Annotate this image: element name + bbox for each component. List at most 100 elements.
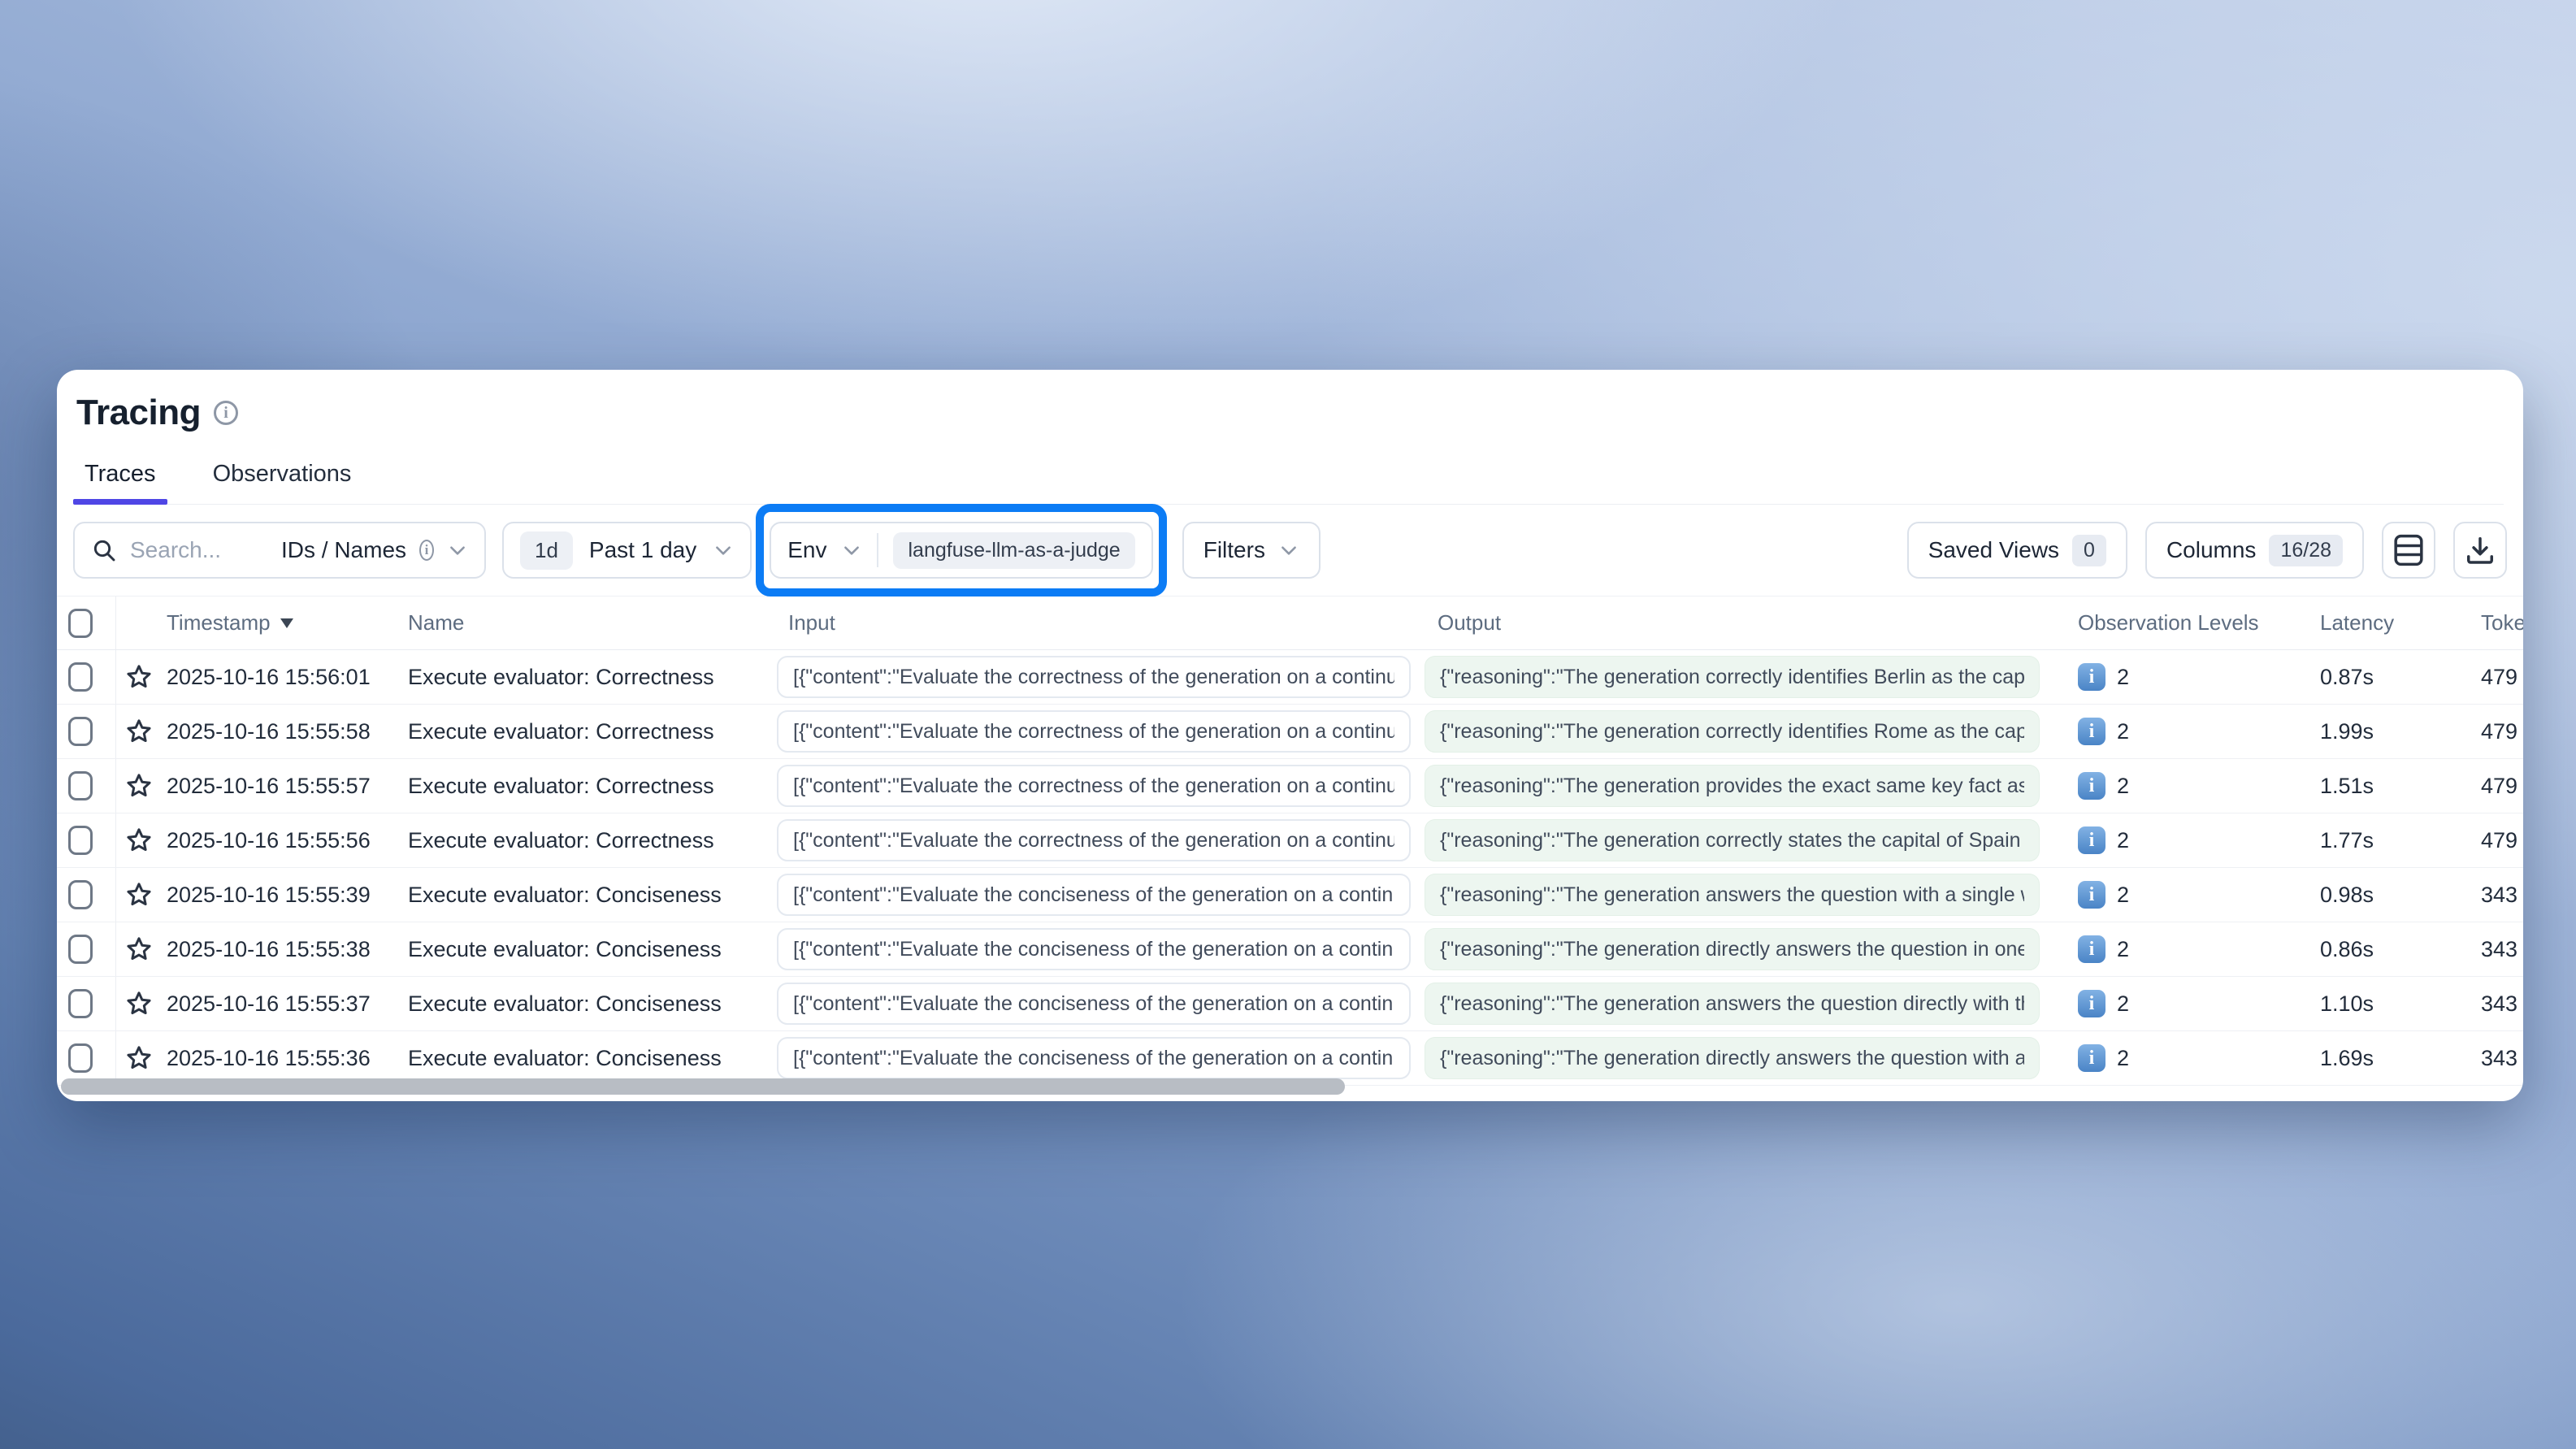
tab-traces[interactable]: Traces	[80, 461, 161, 504]
time-range-control[interactable]: 1d Past 1 day	[502, 522, 752, 579]
chevron-down-icon	[713, 540, 734, 561]
header-tokens[interactable]: Tokens	[2448, 610, 2523, 636]
horizontal-scrollbar[interactable]	[57, 1078, 2523, 1095]
latency-cell: 1.77s	[2320, 828, 2448, 853]
input-preview[interactable]: [{"content":"Evaluate the conciseness of…	[777, 928, 1411, 970]
row-height-button[interactable]	[2382, 522, 2435, 579]
trace-name-cell: Execute evaluator: Conciseness	[408, 937, 777, 962]
output-preview[interactable]: {"reasoning":"The generation directly an…	[1425, 1037, 2040, 1079]
table-row[interactable]: 2025-10-16 15:55:36 Execute evaluator: C…	[57, 1031, 2523, 1086]
saved-views-count: 0	[2072, 535, 2106, 566]
favorite-star-icon[interactable]	[124, 1043, 154, 1073]
favorite-star-icon[interactable]	[124, 880, 154, 909]
tokens-cell: 343 →	[2448, 1046, 2523, 1071]
chevron-down-icon	[447, 540, 468, 561]
export-button[interactable]	[2453, 522, 2507, 579]
input-preview[interactable]: [{"content":"Evaluate the correctness of…	[777, 710, 1411, 753]
row-checkbox[interactable]	[68, 771, 93, 800]
output-preview[interactable]: {"reasoning":"The generation directly an…	[1425, 928, 2040, 970]
search-input[interactable]	[130, 537, 268, 563]
traces-table: Timestamp Name Input Output Observation …	[57, 596, 2523, 1086]
time-range-label: Past 1 day	[589, 537, 696, 563]
select-all-checkbox[interactable]	[68, 609, 93, 638]
info-level-badge: i	[2078, 826, 2105, 854]
env-filter-control[interactable]: Env langfuse-llm-as-a-judge	[770, 522, 1152, 579]
row-checkbox[interactable]	[68, 717, 93, 746]
table-row[interactable]: 2025-10-16 15:55:56 Execute evaluator: C…	[57, 813, 2523, 868]
output-preview[interactable]: {"reasoning":"The generation answers the…	[1425, 983, 2040, 1025]
table-row[interactable]: 2025-10-16 15:55:38 Execute evaluator: C…	[57, 922, 2523, 977]
table-row[interactable]: 2025-10-16 15:55:39 Execute evaluator: C…	[57, 868, 2523, 922]
tracing-panel: Tracing i Traces Observations IDs / Name…	[57, 370, 2523, 1101]
latency-cell: 0.87s	[2320, 665, 2448, 690]
favorite-star-icon[interactable]	[124, 989, 154, 1018]
info-level-badge: i	[2078, 990, 2105, 1017]
latency-cell: 1.99s	[2320, 719, 2448, 744]
table-row[interactable]: 2025-10-16 15:55:57 Execute evaluator: C…	[57, 759, 2523, 813]
favorite-star-icon[interactable]	[124, 717, 154, 746]
filters-button[interactable]: Filters	[1182, 522, 1321, 579]
header-timestamp[interactable]: Timestamp	[167, 610, 408, 636]
tab-observations[interactable]: Observations	[208, 461, 357, 504]
trace-name-cell: Execute evaluator: Correctness	[408, 774, 777, 799]
table-row[interactable]: 2025-10-16 15:56:01 Execute evaluator: C…	[57, 650, 2523, 705]
header-input[interactable]: Input	[777, 610, 1425, 636]
input-preview[interactable]: [{"content":"Evaluate the conciseness of…	[777, 1037, 1411, 1079]
row-checkbox[interactable]	[68, 989, 93, 1018]
favorite-star-icon[interactable]	[124, 935, 154, 964]
timestamp-cell: 2025-10-16 15:55:58	[167, 719, 408, 744]
timestamp-cell: 2025-10-16 15:55:37	[167, 991, 408, 1017]
env-filter-wrapper: Env langfuse-llm-as-a-judge	[770, 522, 1152, 579]
sort-descending-icon	[279, 617, 295, 630]
input-preview[interactable]: [{"content":"Evaluate the correctness of…	[777, 765, 1411, 807]
input-preview[interactable]: [{"content":"Evaluate the conciseness of…	[777, 874, 1411, 916]
observation-count: 2	[2117, 774, 2129, 799]
output-preview[interactable]: {"reasoning":"The generation correctly i…	[1425, 710, 2040, 753]
info-icon: i	[419, 540, 434, 561]
timestamp-cell: 2025-10-16 15:55:36	[167, 1046, 408, 1071]
search-control[interactable]: IDs / Names i	[73, 522, 486, 579]
latency-cell: 1.51s	[2320, 774, 2448, 799]
saved-views-label: Saved Views	[1928, 537, 2059, 563]
columns-button[interactable]: Columns 16/28	[2145, 522, 2364, 579]
row-checkbox[interactable]	[68, 880, 93, 909]
output-preview[interactable]: {"reasoning":"The generation answers the…	[1425, 874, 2040, 916]
input-preview[interactable]: [{"content":"Evaluate the correctness of…	[777, 656, 1411, 698]
row-checkbox[interactable]	[68, 826, 93, 855]
input-preview[interactable]: [{"content":"Evaluate the correctness of…	[777, 819, 1411, 861]
divider	[877, 533, 878, 567]
favorite-star-icon[interactable]	[124, 662, 154, 692]
header-output[interactable]: Output	[1425, 610, 2078, 636]
time-range-badge: 1d	[520, 531, 573, 570]
row-checkbox[interactable]	[68, 935, 93, 964]
trace-name-cell: Execute evaluator: Conciseness	[408, 883, 777, 908]
output-preview[interactable]: {"reasoning":"The generation correctly i…	[1425, 656, 2040, 698]
favorite-star-icon[interactable]	[124, 826, 154, 855]
trace-name-cell: Execute evaluator: Correctness	[408, 719, 777, 744]
table-row[interactable]: 2025-10-16 15:55:37 Execute evaluator: C…	[57, 977, 2523, 1031]
header-latency[interactable]: Latency	[2320, 610, 2448, 636]
latency-cell: 0.86s	[2320, 937, 2448, 962]
saved-views-button[interactable]: Saved Views 0	[1907, 522, 2127, 579]
chevron-down-icon	[1278, 540, 1299, 561]
latency-cell: 1.10s	[2320, 991, 2448, 1017]
observation-count: 2	[2117, 991, 2129, 1017]
favorite-star-icon[interactable]	[124, 771, 154, 800]
row-checkbox[interactable]	[68, 662, 93, 692]
table-row[interactable]: 2025-10-16 15:55:58 Execute evaluator: C…	[57, 705, 2523, 759]
input-preview[interactable]: [{"content":"Evaluate the conciseness of…	[777, 983, 1411, 1025]
scrollbar-thumb[interactable]	[61, 1078, 1345, 1095]
timestamp-cell: 2025-10-16 15:55:39	[167, 883, 408, 908]
timestamp-cell: 2025-10-16 15:56:01	[167, 665, 408, 690]
output-preview[interactable]: {"reasoning":"The generation provides th…	[1425, 765, 2040, 807]
timestamp-cell: 2025-10-16 15:55:56	[167, 828, 408, 853]
latency-cell: 1.69s	[2320, 1046, 2448, 1071]
info-icon[interactable]: i	[214, 401, 238, 425]
info-level-badge: i	[2078, 1044, 2105, 1072]
page-title: Tracing	[76, 393, 201, 433]
header-name[interactable]: Name	[408, 610, 777, 636]
output-preview[interactable]: {"reasoning":"The generation correctly s…	[1425, 819, 2040, 861]
row-checkbox[interactable]	[68, 1043, 93, 1073]
info-level-badge: i	[2078, 718, 2105, 745]
header-observation-levels[interactable]: Observation Levels	[2078, 610, 2320, 636]
